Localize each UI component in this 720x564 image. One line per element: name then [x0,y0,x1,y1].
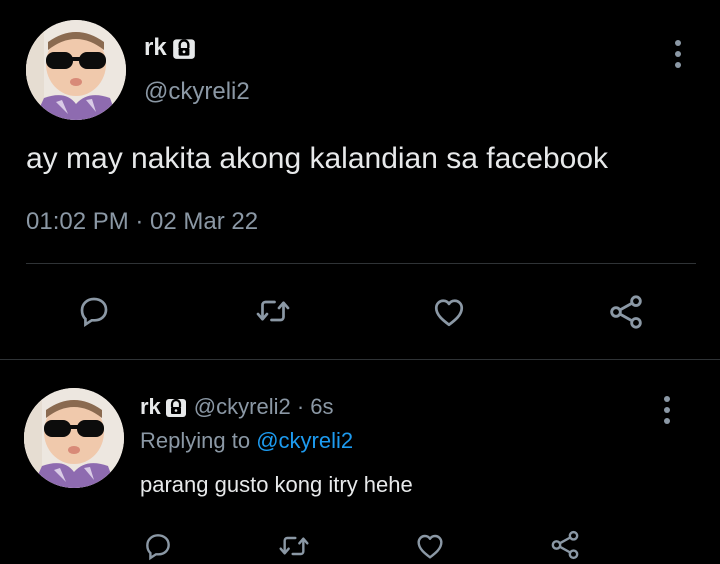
reply-display-name[interactable]: rk [140,394,161,420]
reply-icon[interactable] [142,530,174,562]
avatar-image [24,388,124,488]
divider [26,263,696,264]
avatar[interactable] [26,20,126,120]
lock-icon [171,35,197,61]
reply-avatar[interactable] [24,388,124,488]
avatar-image [26,20,126,120]
heart-icon[interactable] [430,294,468,330]
more-vertical-icon[interactable] [673,40,683,68]
reply-handle-time[interactable]: @ckyreli2 · 6s [194,394,334,420]
replying-to-prefix: Replying to [140,428,251,453]
tweet-text: ay may nakita akong kalandian sa faceboo… [26,142,609,175]
reply-icon[interactable] [76,293,112,329]
display-name-text[interactable]: rk [144,34,167,62]
replying-to-mention[interactable]: @ckyreli2 [256,428,353,453]
main-tweet: rk @ckyreli2 ay may nakita akong kalandi… [0,0,720,360]
lock-icon [164,395,188,419]
reply-header: rk @ckyreli2 · 6s [140,394,334,420]
retweet-icon[interactable] [253,293,293,329]
user-handle[interactable]: @ckyreli2 [144,78,250,106]
reply-text: parang gusto kong itry hehe [140,472,413,497]
more-vertical-icon[interactable] [662,396,672,424]
share-icon[interactable] [548,528,582,562]
share-icon[interactable] [606,292,646,332]
display-name[interactable]: rk [144,34,197,62]
tweet-timestamp[interactable]: 01:02 PM · 02 Mar 22 [26,208,258,236]
retweet-icon[interactable] [276,530,312,562]
tweet-thread-screen: rk @ckyreli2 ay may nakita akong kalandi… [0,0,720,564]
thread-divider [0,359,720,360]
heart-icon[interactable] [413,530,447,562]
replying-to-line: Replying to @ckyreli2 [140,428,353,454]
